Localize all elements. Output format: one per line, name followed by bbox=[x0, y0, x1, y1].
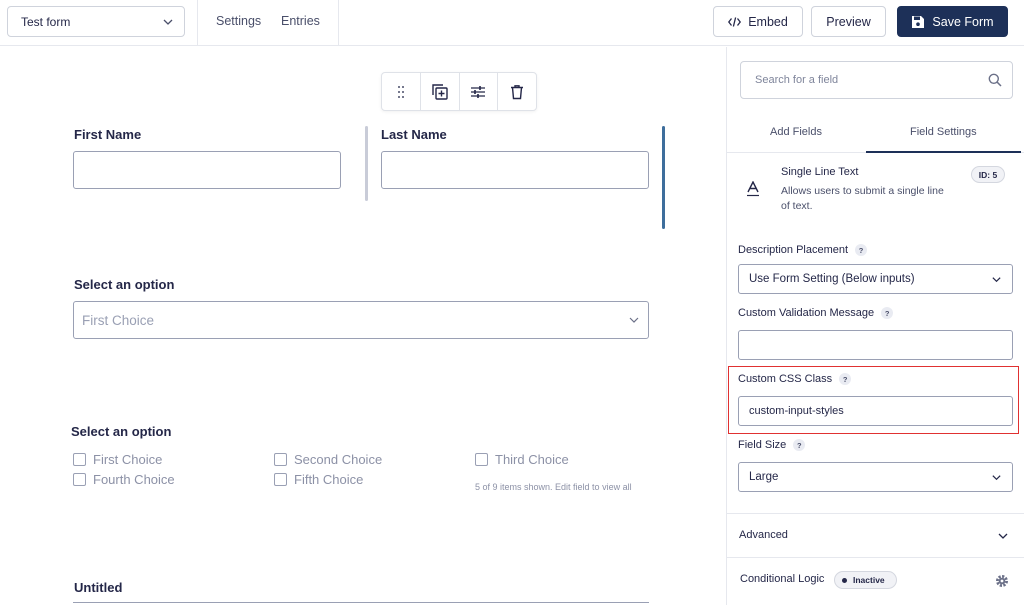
preview-button[interactable]: Preview bbox=[811, 6, 886, 37]
chevron-down-icon bbox=[992, 276, 1001, 282]
tab-field-settings[interactable]: Field Settings bbox=[910, 126, 977, 138]
checkbox-label: Third Choice bbox=[495, 452, 569, 467]
active-tab-indicator bbox=[866, 151, 1021, 153]
divider bbox=[197, 0, 198, 46]
field-search-input[interactable]: Search for a field bbox=[740, 61, 1013, 99]
checkbox-group-label: Select an option bbox=[71, 424, 172, 439]
conditional-logic-label: Conditional Logic bbox=[740, 573, 825, 585]
column-divider bbox=[365, 126, 368, 201]
description-placement-select[interactable]: Use Form Setting (Below inputs) bbox=[738, 264, 1013, 294]
save-form-label: Save Form bbox=[932, 14, 994, 29]
checkbox-option[interactable]: First Choice bbox=[73, 452, 162, 467]
field-toolbar bbox=[381, 72, 537, 111]
custom-css-class-value: custom-input-styles bbox=[749, 405, 844, 417]
section-divider bbox=[727, 513, 1024, 514]
section-divider bbox=[727, 557, 1024, 558]
conditional-logic-status: Inactive bbox=[853, 575, 885, 585]
custom-css-class-label: Custom CSS Class? bbox=[738, 373, 852, 385]
checkbox-label: First Choice bbox=[93, 452, 163, 467]
save-form-button[interactable]: Save Form bbox=[897, 6, 1008, 37]
nav-entries[interactable]: Entries bbox=[281, 14, 320, 28]
checkbox[interactable] bbox=[73, 453, 86, 466]
checkbox[interactable] bbox=[73, 473, 86, 486]
custom-css-class-text: Custom CSS Class bbox=[738, 373, 833, 385]
first-name-input[interactable] bbox=[73, 151, 341, 189]
checkbox-label: Second Choice bbox=[294, 452, 383, 467]
divider bbox=[338, 0, 339, 46]
gear-icon[interactable] bbox=[995, 574, 1009, 588]
embed-label: Embed bbox=[748, 14, 788, 29]
embed-button[interactable]: Embed bbox=[713, 6, 803, 37]
last-name-label: Last Name bbox=[381, 127, 447, 142]
field-size-text: Field Size bbox=[738, 439, 787, 451]
text-field-icon bbox=[747, 181, 759, 197]
choices-count-note: 5 of 9 items shown. Edit field to view a… bbox=[475, 482, 632, 492]
duplicate-icon bbox=[431, 83, 448, 100]
delete-button[interactable] bbox=[498, 73, 536, 110]
conditional-logic-status-badge: Inactive bbox=[834, 571, 897, 589]
duplicate-button[interactable] bbox=[421, 73, 460, 110]
search-icon bbox=[988, 73, 1002, 87]
status-dot bbox=[842, 577, 847, 583]
field-type-title: Single Line Text bbox=[781, 166, 859, 178]
trash-icon bbox=[511, 84, 524, 99]
checkbox-option[interactable]: Second Choice bbox=[274, 452, 382, 467]
description-placement-value: Use Form Setting (Below inputs) bbox=[749, 273, 915, 285]
field-size-value: Large bbox=[749, 471, 779, 483]
checkbox-option[interactable]: Fourth Choice bbox=[73, 472, 175, 487]
validation-message-label: Custom Validation Message? bbox=[738, 307, 894, 319]
checkbox-option[interactable]: Third Choice bbox=[475, 452, 569, 467]
help-icon[interactable]: ? bbox=[793, 439, 806, 451]
chevron-down-icon bbox=[992, 474, 1001, 480]
form-selector-label: Test form bbox=[21, 14, 71, 29]
select-label: Select an option bbox=[74, 277, 175, 292]
description-placement-text: Description Placement bbox=[738, 244, 849, 256]
field-id-badge: ID: 5 bbox=[971, 166, 1005, 183]
untitled-field-label: Untitled bbox=[74, 580, 123, 595]
checkbox[interactable] bbox=[274, 453, 287, 466]
field-type-description: Allows users to submit a single line of … bbox=[781, 185, 944, 212]
top-bar: Test form Settings Entries Embed Preview… bbox=[0, 0, 1024, 46]
validation-message-input[interactable] bbox=[738, 330, 1013, 360]
first-name-label: First Name bbox=[74, 127, 142, 142]
custom-css-class-input[interactable]: custom-input-styles bbox=[738, 396, 1013, 426]
select-dropdown[interactable]: First Choice bbox=[73, 301, 649, 339]
description-placement-label: Description Placement? bbox=[738, 244, 868, 256]
field-settings-button[interactable] bbox=[460, 73, 499, 110]
last-name-input[interactable] bbox=[381, 151, 649, 189]
form-selector[interactable]: Test form bbox=[7, 6, 185, 37]
field-size-select[interactable]: Large bbox=[738, 462, 1013, 492]
help-icon[interactable]: ? bbox=[881, 307, 894, 319]
code-icon bbox=[728, 16, 742, 27]
select-placeholder: First Choice bbox=[82, 312, 155, 328]
chevron-down-icon bbox=[163, 19, 173, 25]
chevron-down-icon bbox=[629, 317, 639, 323]
help-icon[interactable]: ? bbox=[855, 244, 868, 256]
help-icon[interactable]: ? bbox=[839, 373, 852, 385]
drag-handle[interactable] bbox=[382, 73, 421, 110]
checkbox[interactable] bbox=[274, 473, 287, 486]
nav-settings[interactable]: Settings bbox=[216, 14, 261, 28]
advanced-section-toggle[interactable]: Advanced bbox=[739, 529, 788, 541]
checkbox-label: Fifth Choice bbox=[294, 472, 364, 487]
validation-message-text: Custom Validation Message bbox=[738, 307, 875, 319]
tab-add-fields[interactable]: Add Fields bbox=[770, 126, 822, 138]
field-size-label: Field Size? bbox=[738, 439, 806, 451]
drag-handle-icon bbox=[397, 85, 404, 98]
checkbox-option[interactable]: Fifth Choice bbox=[274, 472, 363, 487]
checkbox-label: Fourth Choice bbox=[93, 472, 175, 487]
chevron-down-icon[interactable] bbox=[997, 530, 1009, 542]
selected-field-indicator bbox=[662, 126, 665, 229]
checkbox[interactable] bbox=[475, 453, 488, 466]
preview-label: Preview bbox=[826, 14, 871, 29]
sliders-icon bbox=[471, 85, 486, 98]
search-placeholder: Search for a field bbox=[755, 74, 839, 86]
floppy-disk-icon bbox=[912, 15, 925, 28]
